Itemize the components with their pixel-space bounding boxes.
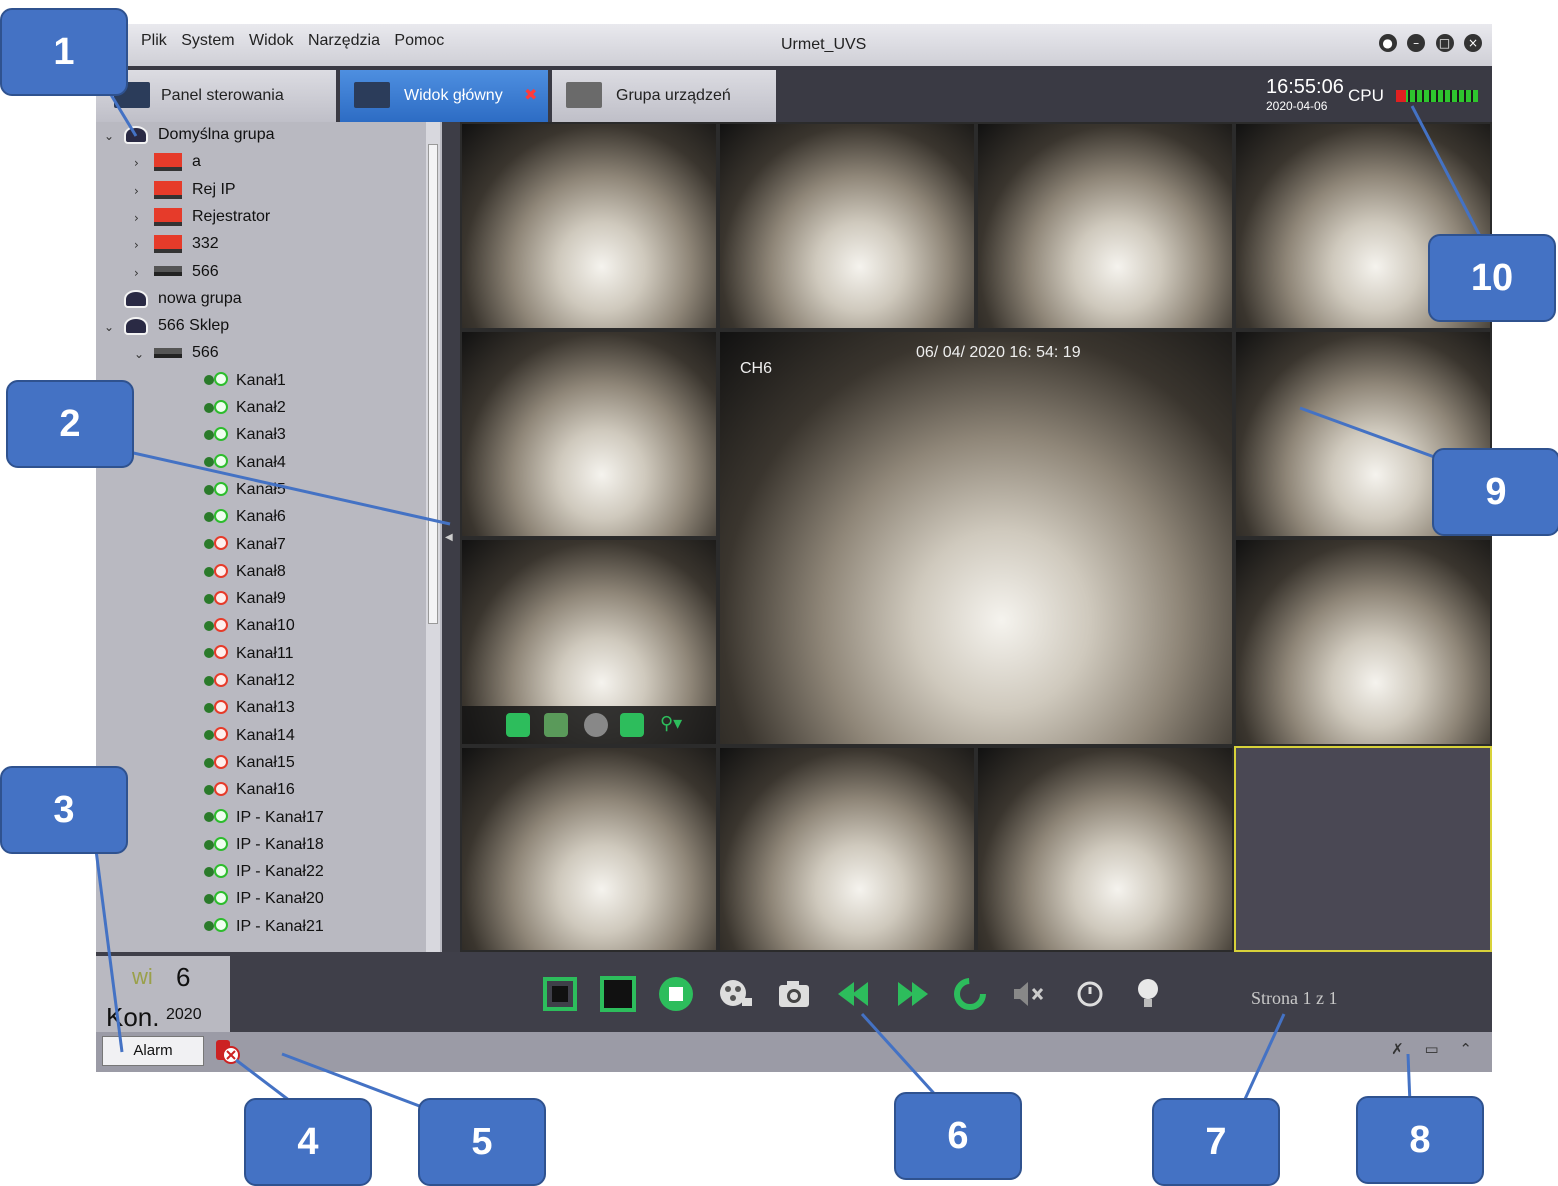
callout-3: 3 (0, 766, 128, 854)
callout-2: 2 (6, 380, 134, 468)
callout-8: 8 (1356, 1096, 1484, 1184)
callout-10: 10 (1428, 234, 1556, 322)
callout-6: 6 (894, 1092, 1022, 1180)
callout-7: 7 (1152, 1098, 1280, 1186)
callout-1: 1 (0, 8, 128, 96)
callout-9: 9 (1432, 448, 1558, 536)
callout-4: 4 (244, 1098, 372, 1186)
callout-5: 5 (418, 1098, 546, 1186)
callout-lines (94, 69, 1484, 1112)
